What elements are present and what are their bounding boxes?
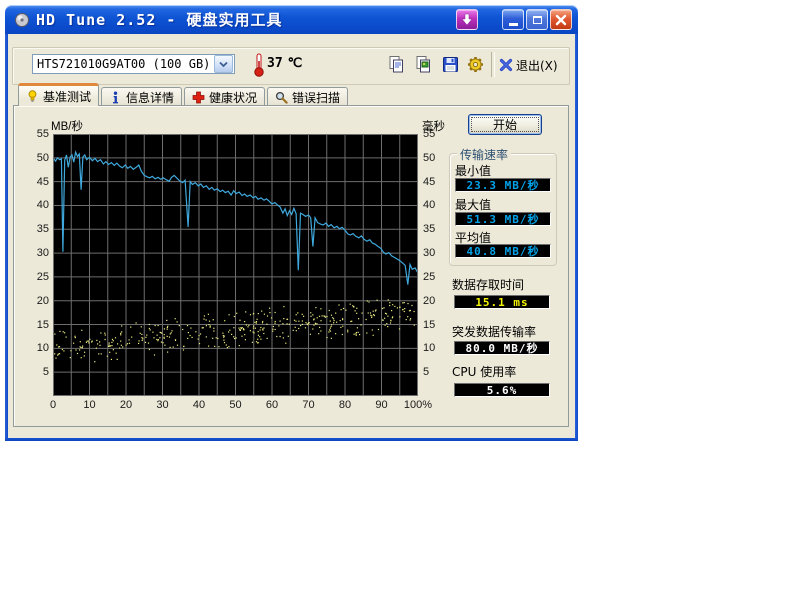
window-border-left <box>5 34 8 441</box>
options-icon <box>466 55 485 74</box>
tab-error-scan[interactable]: 错误扫描 <box>267 87 348 106</box>
options-button[interactable] <box>463 52 487 76</box>
save-screenshot-button[interactable] <box>438 52 462 76</box>
maximize-button[interactable] <box>526 9 548 30</box>
y-tick-left: 40 <box>25 199 49 211</box>
y-tick-left: 35 <box>25 223 49 235</box>
y-tick-right: 35 <box>423 223 447 235</box>
hdtune-window: HD Tune 2.52 - 硬盘实用工具 HTS721010G9A <box>5 5 578 441</box>
minimize-icon <box>509 23 518 26</box>
download-update-button[interactable] <box>456 9 478 30</box>
stat-value: 80.0 MB/秒 <box>454 341 550 355</box>
stat-value: 15.1 ms <box>454 295 550 309</box>
exit-x-icon <box>499 58 513 72</box>
stat-label: CPU 使用率 <box>452 363 516 380</box>
window-border-right <box>575 34 578 441</box>
x-tick: 10 <box>73 399 107 411</box>
stat-value: 51.3 MB/秒 <box>455 212 551 226</box>
temperature-readout: 37 ℃ <box>267 56 302 71</box>
x-tick: 100% <box>401 399 435 411</box>
tab-bar: 基准测试 信息详情 健康状况 错误扫描 <box>18 84 350 106</box>
temperature-unit: ℃ <box>288 56 303 71</box>
x-tick: 20 <box>109 399 143 411</box>
tab-label: 错误扫描 <box>292 89 340 106</box>
stat-label: 突发数据传输率 <box>452 323 536 340</box>
y-tick-right: 25 <box>423 271 447 283</box>
benchmark-chart <box>53 134 418 396</box>
health-icon <box>192 91 205 104</box>
stat-value: 5.6% <box>454 383 550 397</box>
titlebar[interactable]: HD Tune 2.52 - 硬盘实用工具 <box>5 5 578 34</box>
y-tick-right: 10 <box>423 342 447 354</box>
y-tick-left: 50 <box>25 152 49 164</box>
start-button[interactable]: 开始 <box>468 114 542 135</box>
x-tick: 0 <box>36 399 70 411</box>
tab-label: 基准测试 <box>43 88 91 105</box>
tab-label: 信息详情 <box>126 89 174 106</box>
x-tick: 60 <box>255 399 289 411</box>
x-tick: 70 <box>292 399 326 411</box>
app-icon <box>14 12 30 28</box>
maximize-icon <box>533 16 542 24</box>
y-tick-left: 25 <box>25 271 49 283</box>
y-tick-left: 10 <box>25 342 49 354</box>
x-tick: 80 <box>328 399 362 411</box>
y-tick-right: 5 <box>423 366 447 378</box>
y-tick-right: 40 <box>423 199 447 211</box>
benchmark-icon <box>26 90 39 103</box>
stat-value: 40.8 MB/秒 <box>455 244 551 258</box>
tab-benchmark[interactable]: 基准测试 <box>18 83 99 106</box>
chevron-down-icon[interactable] <box>214 55 233 73</box>
transfer-rate-group-title: 传输速率 <box>457 146 511 163</box>
copy-icon <box>387 55 406 74</box>
info-icon <box>109 91 122 104</box>
y-tick-right: 50 <box>423 152 447 164</box>
drive-select-value: HTS721010G9AT00 (100 GB) <box>33 57 214 71</box>
toolbar-separator <box>491 52 495 77</box>
y-tick-left: 15 <box>25 319 49 331</box>
close-button[interactable] <box>550 9 572 30</box>
scan-icon <box>275 91 288 104</box>
y-tick-right: 45 <box>423 176 447 188</box>
y-tick-left: 55 <box>25 128 49 140</box>
temperature-value: 37 <box>267 56 283 71</box>
drive-select[interactable]: HTS721010G9AT00 (100 GB) <box>32 54 235 74</box>
window-border-bottom <box>5 438 578 441</box>
y-tick-right: 20 <box>423 295 447 307</box>
y-tick-left: 30 <box>25 247 49 259</box>
download-arrow-icon <box>461 13 473 26</box>
transfer-rate-group: 传输速率 最小值23.3 MB/秒最大值51.3 MB/秒平均值40.8 MB/… <box>449 153 557 266</box>
copy-image-icon <box>414 55 433 74</box>
y-tick-left: 45 <box>25 176 49 188</box>
y-tick-right: 30 <box>423 247 447 259</box>
copy-screenshot-button[interactable] <box>411 52 435 76</box>
window-title: HD Tune 2.52 - 硬盘实用工具 <box>36 9 282 30</box>
exit-label: 退出(X) <box>516 57 558 74</box>
y-tick-right: 15 <box>423 319 447 331</box>
tab-health[interactable]: 健康状况 <box>184 87 265 106</box>
stat-label: 数据存取时间 <box>452 276 524 293</box>
x-tick: 90 <box>365 399 399 411</box>
save-icon <box>441 55 460 74</box>
x-tick: 50 <box>219 399 253 411</box>
thermometer-icon <box>253 52 265 82</box>
tab-info[interactable]: 信息详情 <box>101 87 182 106</box>
stat-value: 23.3 MB/秒 <box>455 178 551 192</box>
tab-label: 健康状况 <box>209 89 257 106</box>
close-icon <box>555 14 567 26</box>
y-tick-left: 20 <box>25 295 49 307</box>
y-tick-right: 55 <box>423 128 447 140</box>
titlebar-buttons <box>456 9 572 30</box>
x-tick: 40 <box>182 399 216 411</box>
x-tick: 30 <box>146 399 180 411</box>
copy-text-button[interactable] <box>384 52 408 76</box>
y-axis-unit-left: MB/秒 <box>51 118 83 134</box>
y-tick-left: 5 <box>25 366 49 378</box>
minimize-button[interactable] <box>502 9 524 30</box>
exit-button[interactable]: 退出(X) <box>499 54 558 76</box>
